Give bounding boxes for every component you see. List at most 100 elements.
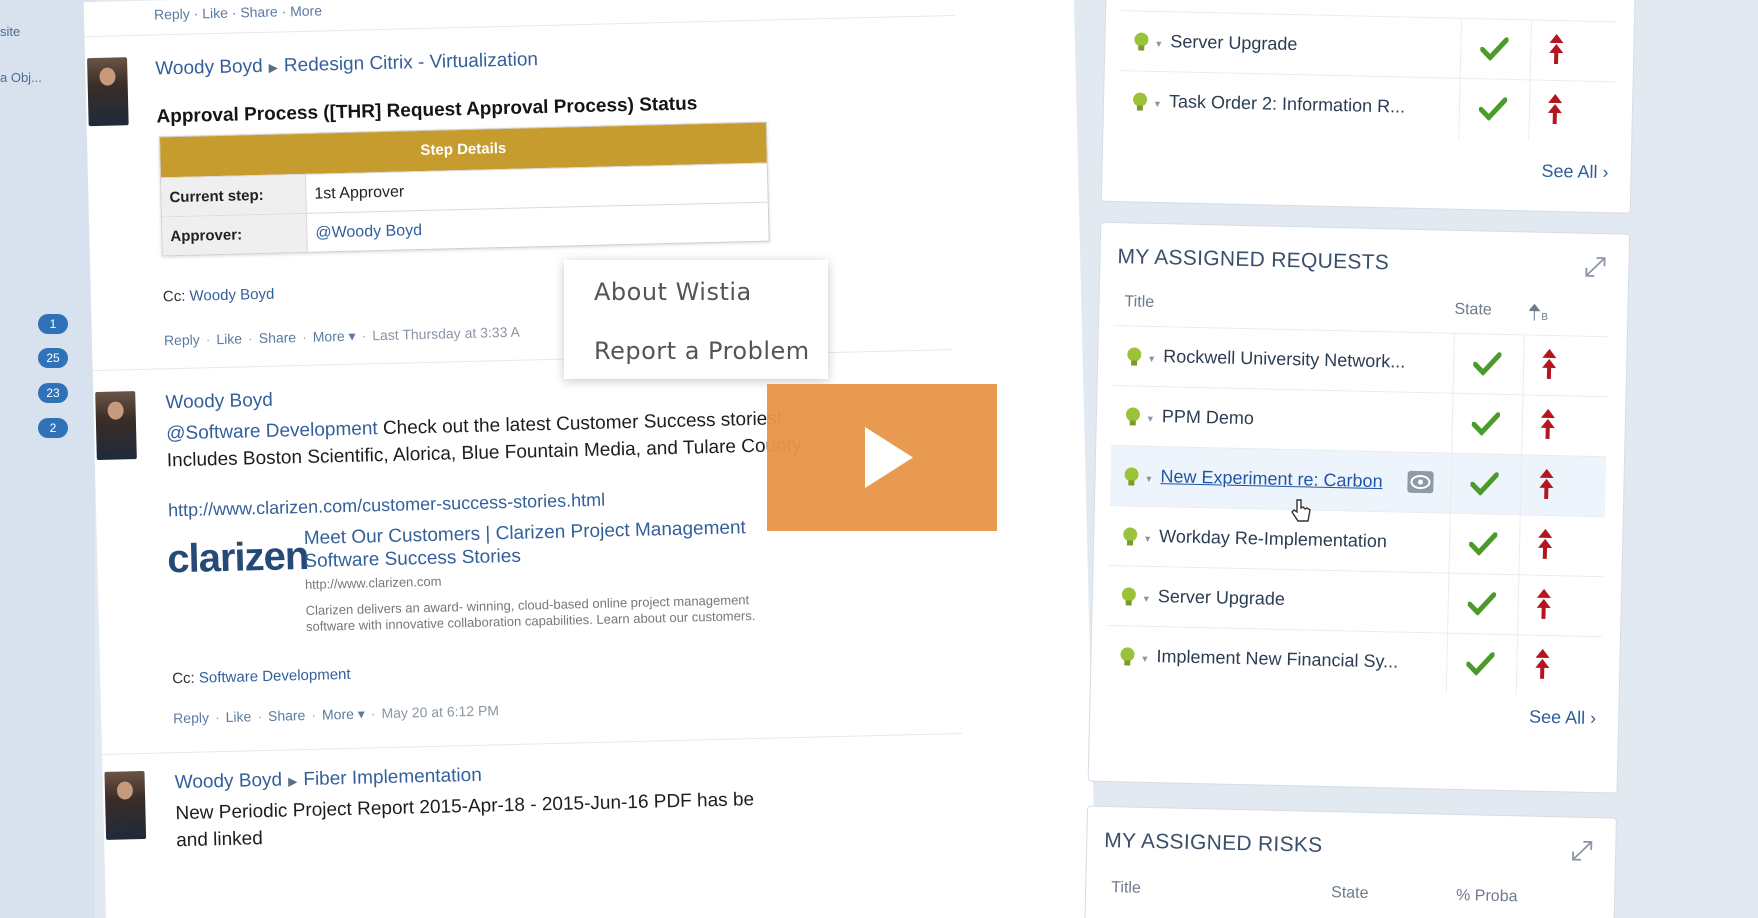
- current-step-label: Current step:: [160, 174, 307, 217]
- check-icon: [1468, 532, 1498, 556]
- post-author-link[interactable]: Woody Boyd: [175, 770, 283, 794]
- post-author-link[interactable]: Woody Boyd: [155, 56, 263, 80]
- reply-link[interactable]: Reply: [173, 709, 209, 726]
- avatar[interactable]: [95, 391, 137, 461]
- share-link[interactable]: Share: [268, 707, 306, 724]
- request-title[interactable]: Server Upgrade: [1158, 586, 1285, 610]
- request-row[interactable]: ▼ Workday Re-Implementation: [1108, 504, 1605, 577]
- post-header: Woody Boyd ▶ Redesign Citrix - Virtualizat…: [155, 49, 538, 80]
- post-author-link[interactable]: Woody Boyd: [165, 390, 273, 415]
- menu-item-report-problem[interactable]: Report a Problem: [594, 337, 810, 365]
- request-row[interactable]: ▼ Implement New Financial Sy...: [1105, 624, 1603, 697]
- nav-count-badge[interactable]: 25: [38, 348, 68, 368]
- check-icon: [1470, 472, 1499, 496]
- priority-sort-icon[interactable]: B: [1529, 302, 1551, 323]
- priority-high-icon: [1549, 34, 1564, 65]
- link-preview-url: http://www.clarizen.com: [304, 573, 442, 592]
- avatar[interactable]: [87, 57, 129, 127]
- request-row-hovered[interactable]: ▼ New Experiment re: Carbon: [1109, 445, 1607, 517]
- nav-count-badge[interactable]: 23: [38, 383, 68, 403]
- cc-group-link[interactable]: Software Development: [199, 666, 351, 687]
- request-row[interactable]: ▼ PPM Demo: [1111, 385, 1608, 457]
- right-sidebar: ▼ Server Upgrade ▼ Task Order 2: Informa…: [1083, 0, 1666, 918]
- post-text: New Periodic Project Report 2015-Apr-18 …: [175, 789, 755, 825]
- arrow-right-icon: ▶: [268, 60, 279, 75]
- nav-count-badge[interactable]: 2: [38, 418, 68, 438]
- column-header-title[interactable]: Title: [1111, 879, 1141, 898]
- more-menu[interactable]: More ▾: [313, 328, 356, 345]
- caret-down-icon[interactable]: ▼: [1147, 354, 1156, 364]
- column-header-probability[interactable]: % Proba: [1456, 887, 1518, 906]
- link-preview-title[interactable]: Meet Our Customers | Clarizen Project Ma…: [304, 516, 765, 573]
- see-all-link[interactable]: See All ›: [1541, 161, 1608, 184]
- post-actions: Reply · Like · Share · More ▾ · Last Thursday at…: [163, 323, 521, 349]
- approval-status-table: Step Details Current step: 1st Approver …: [158, 121, 770, 257]
- request-title[interactable]: Workday Re-Implementation: [1159, 526, 1387, 552]
- shared-url-link[interactable]: http://www.clarizen.com/customer-success…: [168, 487, 606, 525]
- lightbulb-icon: [1123, 527, 1138, 546]
- eye-icon[interactable]: [1407, 470, 1434, 494]
- request-title[interactable]: Rockwell University Network...: [1163, 346, 1405, 372]
- avatar[interactable]: [104, 770, 147, 840]
- share-link[interactable]: Share: [259, 329, 297, 346]
- caret-down-icon[interactable]: ▼: [1142, 594, 1151, 604]
- post-target-link[interactable]: Redesign Citrix - Virtualization: [284, 49, 539, 76]
- post-actions: Reply · Like · Share · More ▾ · May 20 at 6:12 P…: [172, 702, 500, 727]
- lightbulb-icon: [1124, 467, 1139, 486]
- see-all-link[interactable]: See All ›: [1529, 707, 1596, 730]
- play-icon: [865, 427, 913, 488]
- column-header-state[interactable]: State: [1454, 301, 1492, 320]
- expand-icon[interactable]: [1584, 256, 1606, 278]
- post-header: Woody Boyd ▶ Fiber Implementation: [175, 765, 483, 794]
- check-icon: [1480, 37, 1509, 61]
- column-header-title[interactable]: Title: [1124, 293, 1154, 312]
- check-icon: [1472, 352, 1502, 376]
- caret-down-icon[interactable]: ▼: [1144, 474, 1153, 484]
- video-play-button[interactable]: [767, 384, 997, 531]
- check-icon: [1471, 412, 1501, 436]
- column-header-state[interactable]: State: [1331, 884, 1369, 903]
- request-row[interactable]: ▼ Rockwell University Network...: [1112, 325, 1609, 397]
- nav-item-objects[interactable]: a Obj...: [0, 70, 42, 85]
- more-menu[interactable]: More ▾: [322, 706, 365, 723]
- nav-item-site[interactable]: site: [0, 24, 20, 39]
- request-row[interactable]: ▼ Server Upgrade: [1107, 564, 1604, 637]
- lightbulb-icon: [1120, 647, 1135, 666]
- like-link[interactable]: Like: [216, 330, 242, 347]
- widget-title: MY ASSIGNED REQUESTS: [1117, 245, 1390, 275]
- previous-post-actions[interactable]: Reply · Like · Share · More: [154, 2, 322, 22]
- group-mention-link[interactable]: @Software Development: [166, 418, 378, 444]
- priority-high-icon: [1536, 588, 1551, 619]
- request-title[interactable]: Implement New Financial Sy...: [1156, 646, 1398, 672]
- priority-high-icon: [1538, 528, 1553, 559]
- list-item[interactable]: ▼ Server Upgrade: [1119, 10, 1616, 82]
- assigned-requests-widget: MY ASSIGNED REQUESTS Title State B ▼ Roc…: [1087, 221, 1631, 794]
- nav-count-badge[interactable]: 1: [38, 314, 68, 334]
- caret-down-icon[interactable]: ▼: [1154, 39, 1163, 49]
- post-target-link[interactable]: Fiber Implementation: [303, 765, 482, 790]
- cc-line: Cc: Software Development: [172, 666, 351, 687]
- lightbulb-icon: [1134, 32, 1149, 51]
- priority-high-icon: [1542, 348, 1557, 379]
- video-frame: site a Obj... 1 25 23 2 Reply · Like · S…: [0, 0, 1758, 918]
- request-title[interactable]: PPM Demo: [1162, 406, 1254, 429]
- list-item[interactable]: ▼ Task Order 2: Information R...: [1118, 70, 1615, 142]
- expand-icon[interactable]: [1571, 840, 1593, 862]
- caret-down-icon[interactable]: ▼: [1146, 414, 1155, 424]
- menu-item-about-wistia[interactable]: About Wistia: [594, 278, 752, 306]
- caret-down-icon[interactable]: ▼: [1140, 654, 1149, 664]
- request-title-link[interactable]: New Experiment re: Carbon: [1160, 466, 1382, 492]
- like-link[interactable]: Like: [225, 708, 251, 725]
- approver-label: Approver:: [161, 213, 308, 256]
- caret-down-icon[interactable]: ▼: [1143, 534, 1152, 544]
- reply-link[interactable]: Reply: [164, 332, 200, 349]
- cc-label: Cc:: [172, 669, 195, 688]
- caret-down-icon[interactable]: ▼: [1153, 99, 1162, 109]
- cc-user-link[interactable]: Woody Boyd: [189, 286, 274, 305]
- check-icon: [1467, 592, 1497, 616]
- clarizen-logo[interactable]: clarizen: [167, 534, 309, 582]
- request-title[interactable]: Task Order 2: Information R...: [1169, 91, 1405, 117]
- post-text: and linked: [175, 828, 264, 852]
- arrow-right-icon: ▶: [287, 774, 298, 789]
- request-title[interactable]: Server Upgrade: [1170, 31, 1297, 55]
